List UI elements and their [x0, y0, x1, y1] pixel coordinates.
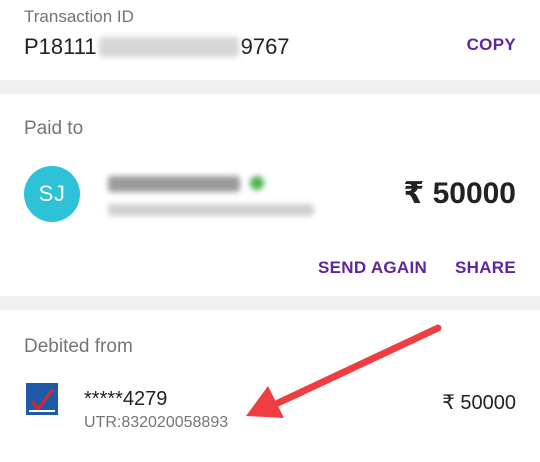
- transaction-id-card: Transaction ID P18111 9767 COPY: [0, 0, 540, 80]
- copy-button[interactable]: COPY: [467, 35, 516, 55]
- send-again-button[interactable]: SEND AGAIN: [318, 258, 427, 278]
- utr-number: UTR:832020058893: [84, 414, 229, 431]
- debited-amount: ₹ 50000: [442, 392, 516, 414]
- payee-upi-redaction: [108, 204, 314, 216]
- avatar: SJ: [24, 166, 80, 222]
- transaction-id-prefix: P18111: [24, 34, 97, 59]
- transaction-details-screen: Transaction ID P18111 9767 COPY Paid to …: [0, 0, 540, 462]
- debited-from-card: Debited from *****4279 UTR:832020058893 …: [0, 310, 540, 462]
- transaction-id-label: Transaction ID: [24, 7, 134, 26]
- paid-to-card: Paid to SJ ₹ 50000 SEND AGAIN SHARE: [0, 94, 540, 296]
- payee-name-redaction: [108, 176, 240, 192]
- transaction-id-value: P18111 9767: [24, 34, 290, 60]
- bank-logo-icon: [26, 383, 58, 415]
- transaction-id-suffix: 9767: [240, 34, 290, 59]
- debited-from-label: Debited from: [24, 336, 133, 357]
- verified-badge-icon: [250, 176, 264, 190]
- share-button[interactable]: SHARE: [455, 258, 516, 278]
- paid-to-label: Paid to: [24, 118, 84, 139]
- transaction-id-redaction: [98, 37, 239, 57]
- paid-amount: ₹ 50000: [403, 177, 516, 210]
- account-number: *****4279: [84, 388, 168, 410]
